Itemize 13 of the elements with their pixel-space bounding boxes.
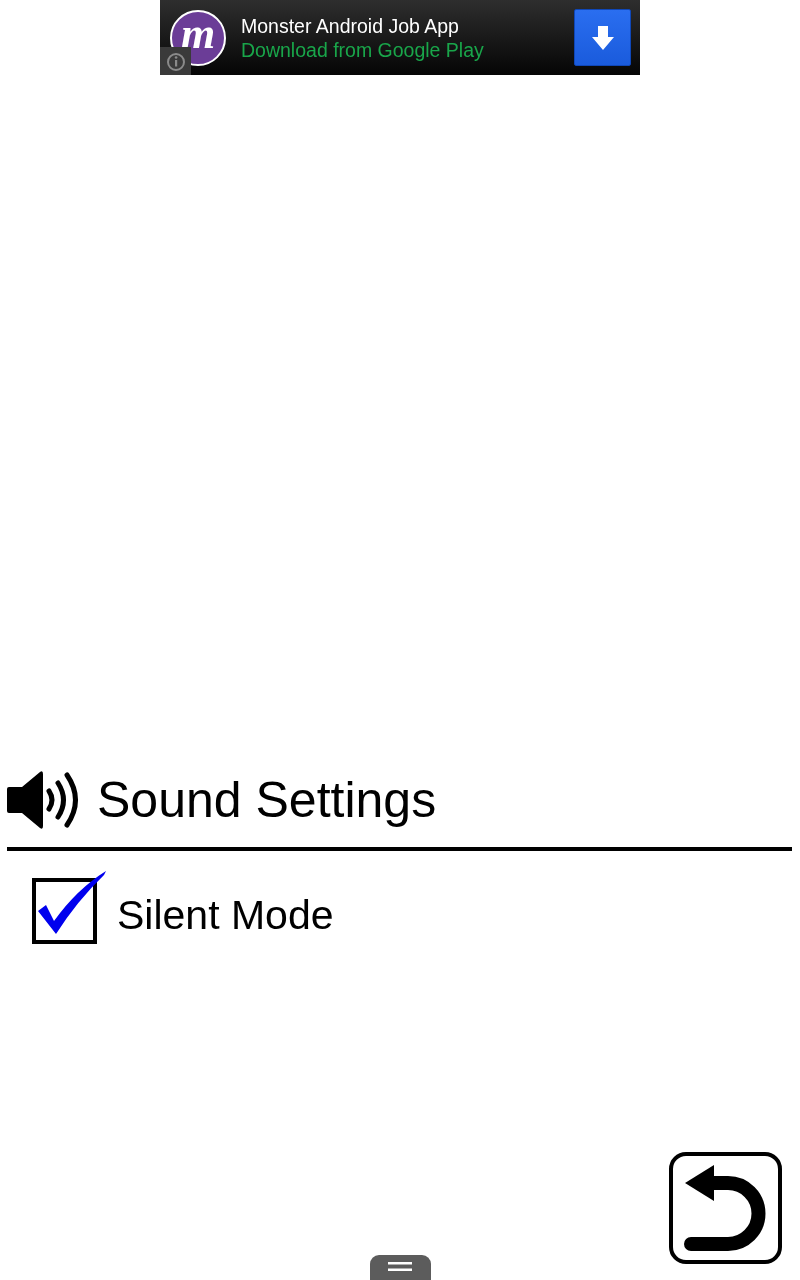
ad-subtitle: Download from Google Play <box>241 37 485 62</box>
back-button[interactable] <box>669 1152 782 1264</box>
menu-icon <box>388 1262 412 1271</box>
ad-title: Monster Android Job App <box>241 13 460 38</box>
checkbox[interactable] <box>32 871 106 945</box>
option-label[interactable]: Silent Mode <box>117 877 334 939</box>
download-arrow-icon <box>591 25 614 50</box>
return-arrow-icon <box>684 1164 767 1252</box>
info-icon[interactable] <box>160 47 191 75</box>
download-button[interactable] <box>574 9 631 66</box>
menu-button[interactable] <box>369 1255 431 1280</box>
section-title: Sound Settings <box>97 771 437 830</box>
ad-banner[interactable]: m Monster Android Job App Download from Google Play <box>160 0 640 75</box>
